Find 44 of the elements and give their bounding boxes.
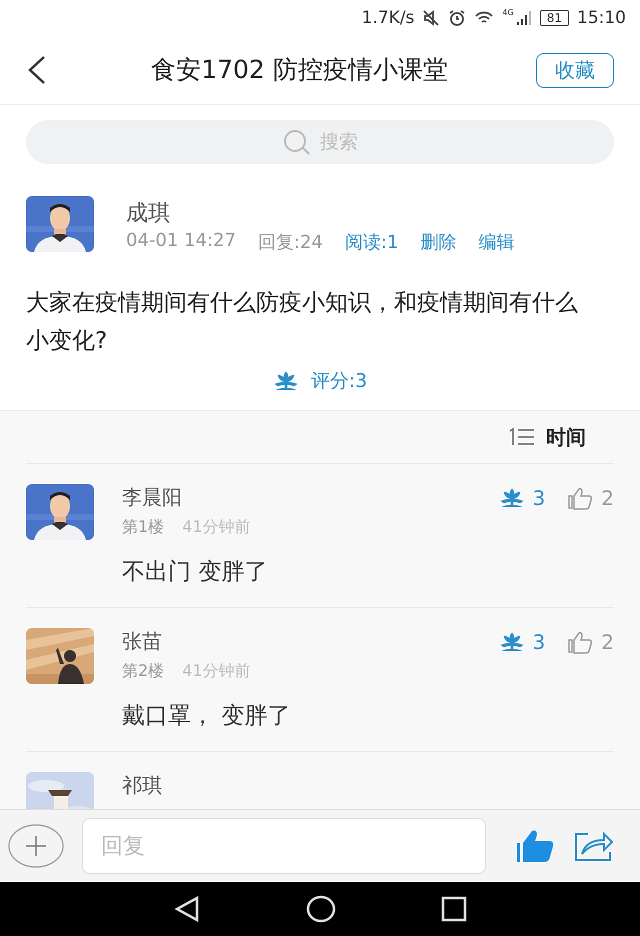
comment-text: 戴口罩， 变胖了 bbox=[122, 702, 292, 731]
comment-text: 不出门 变胖了 bbox=[122, 558, 268, 587]
alarm-icon bbox=[448, 9, 466, 27]
search-icon bbox=[282, 129, 312, 155]
add-icon[interactable] bbox=[8, 824, 64, 868]
flower-icon bbox=[498, 486, 525, 508]
thumbs-up-icon[interactable] bbox=[567, 630, 594, 654]
network-speed: 1.7K/s bbox=[362, 8, 414, 28]
battery-level: 81 bbox=[540, 10, 569, 26]
flower-icon bbox=[498, 630, 525, 652]
floor-number: 第2楼 bbox=[122, 661, 164, 682]
reply-field[interactable]: 回复 bbox=[82, 818, 486, 874]
like-count: 2 bbox=[601, 486, 614, 510]
author-name: 成琪 bbox=[126, 200, 171, 228]
home-icon[interactable] bbox=[306, 895, 336, 923]
commenter-name: 张苗 bbox=[122, 628, 163, 655]
floor-number: 第1楼 bbox=[122, 517, 164, 538]
share-icon[interactable] bbox=[574, 830, 614, 862]
sort-label[interactable]: 时间 bbox=[546, 424, 586, 450]
read-count: 阅读:1 bbox=[344, 231, 398, 254]
action-link[interactable]: 删除 bbox=[420, 230, 456, 254]
rating-score: 评分:3 bbox=[310, 369, 368, 394]
like-count: 2 bbox=[601, 630, 614, 654]
flower-count: 3 bbox=[532, 630, 546, 654]
post-body: 大家在疫情期间有什么防疫小知识，和疫情期间有什么小变化? bbox=[26, 289, 579, 356]
page-title: 食安1702 防控疫情小课堂 bbox=[150, 54, 449, 86]
post-date: 04-01 14:27 bbox=[126, 230, 236, 253]
signal-icon bbox=[516, 10, 532, 26]
recent-apps-icon[interactable] bbox=[441, 896, 468, 922]
flower-count: 3 bbox=[532, 486, 546, 510]
commenter-name: 李晨阳 bbox=[122, 484, 183, 511]
thumbs-up-icon[interactable] bbox=[567, 486, 594, 510]
network-type-label: 4G bbox=[502, 8, 514, 17]
flower-icon bbox=[272, 370, 299, 392]
thumbs-up-icon[interactable] bbox=[516, 829, 556, 863]
commenter-name: 祁琪 bbox=[122, 772, 163, 799]
comment-time: 41分钟前 bbox=[182, 661, 251, 682]
back-icon[interactable] bbox=[172, 895, 201, 923]
clock: 15:10 bbox=[577, 8, 626, 28]
mute-icon bbox=[422, 9, 440, 27]
reply-count: 回复:24 bbox=[258, 231, 323, 254]
comment-time: 41分钟前 bbox=[182, 517, 251, 538]
action-link[interactable]: 编辑 bbox=[478, 230, 514, 254]
favorite-button[interactable]: 收藏 bbox=[536, 52, 614, 88]
